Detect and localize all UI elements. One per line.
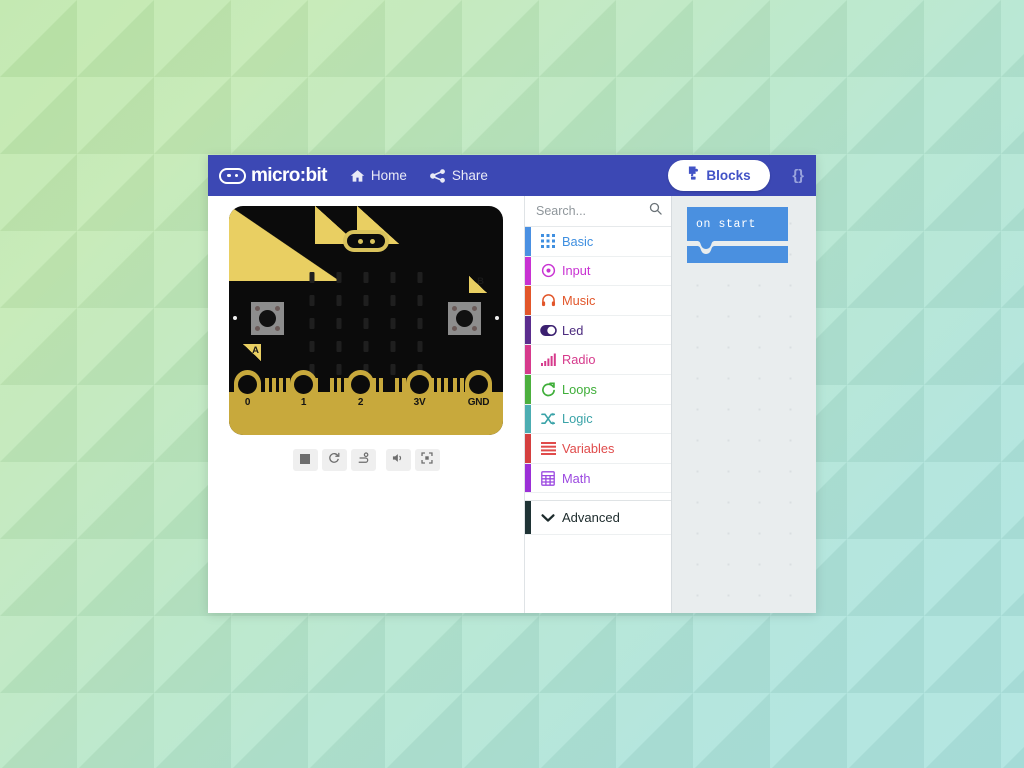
pin-label-0: 0 [244,397,251,408]
nav-item-share-label: Share [451,168,488,183]
debug-button[interactable] [350,449,376,471]
brand-title: micro:bit [251,164,327,186]
toolbox-category-logic[interactable]: Logic [525,404,671,435]
fullscreen-button[interactable] [414,449,440,471]
block-on-start[interactable]: on start [683,204,792,266]
button-b-flag: B [469,276,487,293]
board-button-b[interactable] [448,302,481,335]
simulator-controls [292,449,440,471]
nav-item-home[interactable]: Home [350,168,407,183]
pin-pad-0[interactable]: 0 [234,370,261,415]
pin-pad-3v[interactable]: 3V [406,370,433,415]
pin-label-2: 2 [357,397,364,408]
toolbox-category-advanced-label: Advanced [562,510,620,526]
toolbox-category-music[interactable]: Music [525,286,671,316]
pin-pad-gnd[interactable]: GND [465,370,492,415]
toolbox-category-advanced[interactable]: Advanced [525,500,671,536]
toolbox-category-math-label: Math [562,470,591,486]
toolbox-category-basic[interactable]: Basic [525,227,671,257]
pin-pad-2[interactable]: 2 [347,370,374,415]
pin-pad-1[interactable]: 1 [290,370,317,415]
loop-arrow-icon [539,382,557,397]
mute-button[interactable] [385,449,411,471]
grid-icon [539,234,557,249]
shuffle-icon [539,412,557,426]
edge-connector: 0 1 2 3V GND [229,370,503,435]
restart-icon [328,451,340,469]
button-b-label: B [477,276,484,287]
stop-icon [300,451,310,469]
nav-item-home-label: Home [370,168,407,183]
calculator-icon [539,470,557,486]
chevron-down-icon [539,513,557,523]
toolbox-panel: Search... Basic Input Music Led Radio Lo… [525,196,672,613]
toolbox-category-radio-label: Radio [562,352,596,368]
button-a-flag: A [243,344,261,361]
makecode-editor-window: micro:bit Home Share Blocks {} A B 0 1 2… [208,155,816,613]
blocks-workspace[interactable]: on start [672,196,816,613]
editor-header: micro:bit Home Share Blocks {} [208,155,816,196]
toolbox-category-logic-label: Logic [562,411,593,427]
javascript-tab-button[interactable]: {} [784,155,812,196]
board-edge-dot-left [233,316,237,320]
speaker-icon [392,451,405,469]
headphones-icon [539,293,557,307]
microbit-board[interactable]: A B 0 1 2 3V GND [229,206,503,435]
toolbox-category-variables[interactable]: Variables [525,434,671,464]
simulator-panel: A B 0 1 2 3V GND [208,196,525,613]
usb-connector-icon [343,230,389,252]
block-on-start-label: on start [696,218,757,231]
toolbox-category-music-label: Music [562,292,596,308]
microbit-logo-icon [219,167,246,184]
toolbox-category-input-label: Input [562,263,591,279]
toolbox-category-variables-label: Variables [562,440,615,456]
microbit-logo[interactable]: micro:bit [219,165,327,187]
puzzle-piece-icon [687,166,700,185]
led-matrix[interactable] [309,272,423,375]
toolbox-category-basic-label: Basic [562,233,594,249]
toolbox-search-row[interactable]: Search... [525,196,671,227]
target-icon [539,263,557,278]
editor-body: A B 0 1 2 3V GND Search... Basic Input M… [208,196,816,613]
javascript-tab-label: {} [792,167,804,184]
expand-icon [421,451,433,469]
blocks-tab-label: Blocks [706,168,751,183]
toolbox-category-radio[interactable]: Radio [525,345,671,375]
toggle-icon [539,324,557,336]
pin-label-gnd: GND [467,397,490,408]
signal-bars-icon [539,353,557,367]
board-edge-dot-right [495,316,499,320]
toolbox-category-math[interactable]: Math [525,463,671,494]
toolbox-category-led-label: Led [562,322,584,338]
pin-label-1: 1 [300,397,307,408]
toolbox-category-input[interactable]: Input [525,256,671,287]
button-a-label: A [252,345,259,356]
nav-item-share[interactable]: Share [430,168,488,183]
toolbox-category-loops[interactable]: Loops [525,374,671,405]
home-icon [350,169,365,183]
board-button-a[interactable] [251,302,284,335]
lines-icon [539,441,557,455]
debug-icon [357,451,369,469]
restart-button[interactable] [321,449,347,471]
search-input[interactable]: Search... [536,204,586,218]
toolbox-category-led[interactable]: Led [525,315,671,346]
pin-label-3v: 3V [413,397,426,408]
search-icon[interactable] [649,202,662,220]
blocks-tab-button[interactable]: Blocks [668,160,770,191]
stop-button[interactable] [292,449,318,471]
toolbox-category-loops-label: Loops [562,381,597,397]
share-icon [430,168,446,183]
